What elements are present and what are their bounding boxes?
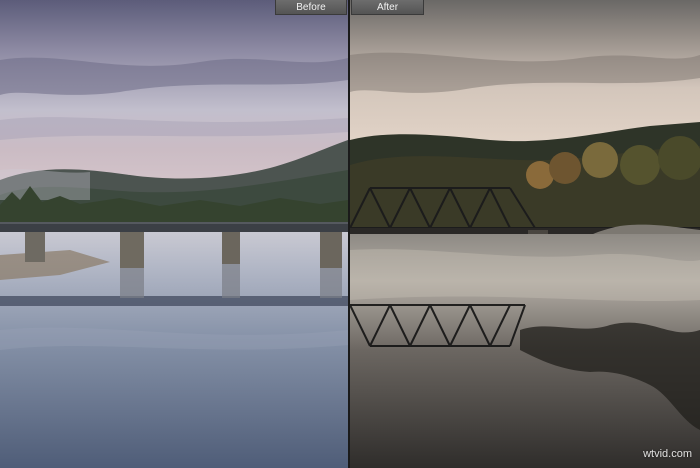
comparison-divider[interactable] [348, 0, 350, 468]
after-photo [350, 0, 700, 468]
before-image [0, 0, 348, 468]
after-image [350, 0, 700, 468]
before-label: Before [275, 0, 347, 15]
after-label: After [351, 0, 424, 15]
before-photo [0, 0, 348, 468]
watermark: wtvid.com [643, 448, 692, 460]
before-after-comparison: Before After wtvid.com [0, 0, 700, 468]
